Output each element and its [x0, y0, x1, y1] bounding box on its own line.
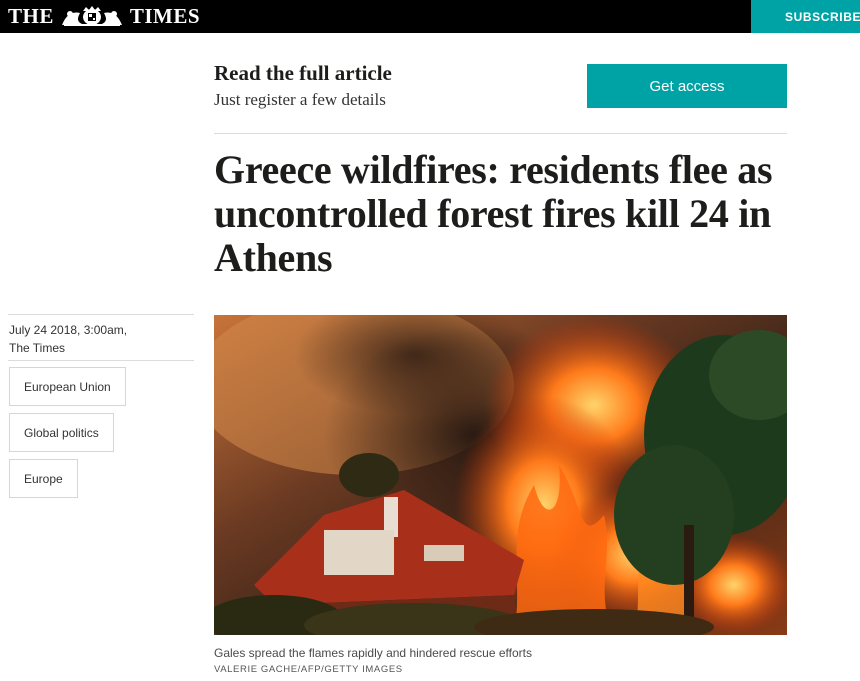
masthead-times: TIMES	[129, 3, 201, 28]
wildfire-image	[214, 315, 787, 635]
masthead-the: THE	[8, 3, 54, 28]
times-logo[interactable]: THE TIMES	[8, 1, 200, 31]
divider	[214, 133, 787, 134]
royal-crest-icon	[61, 6, 122, 26]
meta-divider-bottom	[8, 360, 194, 361]
tag-global-politics[interactable]: Global politics	[9, 413, 114, 452]
article-headline: Greece wildfires: residents flee as unco…	[214, 147, 773, 280]
article-date: July 24 2018, 3:00am,	[9, 323, 128, 337]
paywall-subtitle: Just register a few details	[214, 90, 386, 109]
photo-caption: Gales spread the flames rapidly and hind…	[214, 646, 532, 660]
paywall-title: Read the full article	[214, 61, 392, 85]
subscribe-button[interactable]: SUBSCRIBE	[751, 0, 860, 33]
article-source: The Times	[9, 341, 66, 355]
tag-europe[interactable]: Europe	[9, 459, 78, 498]
top-bar: THE TIMES SUBSCRIBE	[0, 0, 860, 33]
tag-european-union[interactable]: European Union	[9, 367, 126, 406]
meta-divider-top	[8, 314, 194, 315]
photo-credit: VALERIE GACHE/AFP/GETTY IMAGES	[214, 664, 403, 675]
article-photo	[214, 315, 787, 635]
get-access-button[interactable]: Get access	[587, 64, 787, 108]
